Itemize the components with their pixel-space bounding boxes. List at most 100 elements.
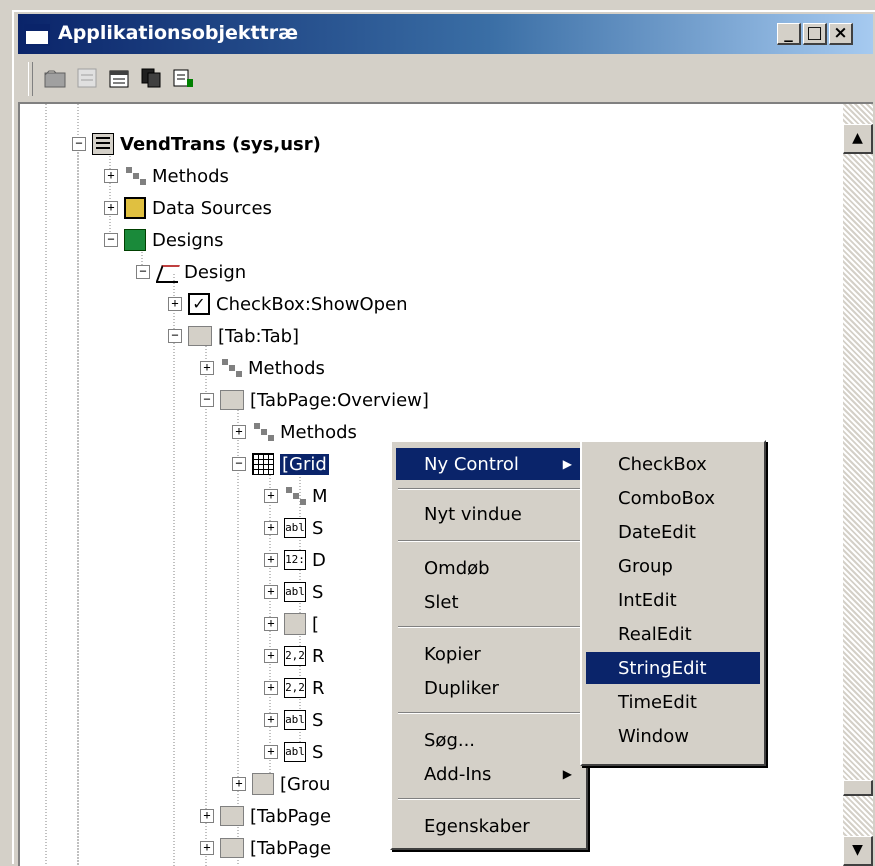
expand-toggle[interactable]: + bbox=[264, 649, 278, 663]
submenu-item-group[interactable]: Group bbox=[586, 550, 760, 582]
vertical-scrollbar[interactable]: ▲ ▼ bbox=[843, 104, 873, 866]
tree-item-group[interactable]: + [Grou bbox=[232, 768, 330, 800]
menu-item-label: StringEdit bbox=[618, 657, 707, 679]
collapse-toggle[interactable]: − bbox=[168, 329, 182, 343]
tree-item-label: S bbox=[312, 741, 324, 763]
submenu-item-dateedit[interactable]: DateEdit bbox=[586, 516, 760, 548]
submenu-item-combobox[interactable]: ComboBox bbox=[586, 482, 760, 514]
submenu-arrow-icon: ▶ bbox=[562, 767, 572, 781]
tree-item-stringedit[interactable]: + abl S bbox=[264, 576, 323, 608]
tree-item-grid[interactable]: − [Grid bbox=[232, 448, 329, 480]
expand-toggle[interactable]: + bbox=[200, 361, 214, 375]
expand-toggle[interactable]: + bbox=[264, 745, 278, 759]
tree-item-label: [TabPage bbox=[250, 837, 332, 859]
tree-item-dateedit[interactable]: + 12: D bbox=[264, 544, 326, 576]
menu-item-slet[interactable]: Slet bbox=[396, 586, 582, 618]
toolbar-grip[interactable] bbox=[28, 62, 33, 96]
expand-toggle[interactable]: + bbox=[264, 553, 278, 567]
tree-item-tab[interactable]: − [Tab:Tab] bbox=[168, 320, 299, 352]
copy-icon[interactable] bbox=[140, 67, 164, 89]
collapse-toggle[interactable]: − bbox=[232, 457, 246, 471]
submenu-item-stringedit[interactable]: StringEdit bbox=[586, 652, 760, 684]
menu-item-egenskaber[interactable]: Egenskaber bbox=[396, 810, 582, 842]
menu-item-label: Window bbox=[618, 725, 689, 747]
expand-toggle[interactable]: + bbox=[264, 521, 278, 535]
properties-icon[interactable] bbox=[108, 67, 132, 89]
menu-item-omdob[interactable]: Omdøb bbox=[396, 552, 582, 584]
menu-item-label: Nyt vindue bbox=[424, 503, 522, 525]
toolbar bbox=[18, 58, 873, 98]
tree-item-realedit[interactable]: + 2,2 R bbox=[264, 672, 325, 704]
menu-item-sog[interactable]: Søg... bbox=[396, 724, 582, 756]
submenu-item-intedit[interactable]: IntEdit bbox=[586, 584, 760, 616]
tree-item-realedit[interactable]: + 2,2 R bbox=[264, 640, 325, 672]
collapse-toggle[interactable]: − bbox=[200, 393, 214, 407]
menu-item-label: DateEdit bbox=[618, 521, 696, 543]
tree-item-tab-methods[interactable]: + Methods bbox=[200, 352, 325, 384]
tree-item-label: D bbox=[312, 549, 326, 571]
menu-item-add-ins[interactable]: Add-Ins ▶ bbox=[396, 758, 582, 790]
menu-item-dupliker[interactable]: Dupliker bbox=[396, 672, 582, 704]
tree-item-label: Data Sources bbox=[152, 197, 272, 219]
compile-icon[interactable] bbox=[172, 67, 196, 89]
menu-item-label: Add-Ins bbox=[424, 763, 492, 785]
expand-toggle[interactable]: + bbox=[232, 777, 246, 791]
tree-item-group[interactable]: + [ bbox=[264, 608, 319, 640]
tree-item-tabpage-methods[interactable]: + Methods bbox=[232, 416, 357, 448]
tree-item-checkbox[interactable]: + ✓ CheckBox:ShowOpen bbox=[168, 288, 408, 320]
close-button[interactable]: × bbox=[829, 23, 853, 45]
expand-toggle[interactable]: + bbox=[168, 297, 182, 311]
expand-toggle[interactable]: + bbox=[200, 841, 214, 855]
tree-item-label: S bbox=[312, 709, 324, 731]
tree-item-design[interactable]: − Design bbox=[136, 256, 246, 288]
methods-icon bbox=[220, 357, 242, 379]
tree-item-grid-methods[interactable]: + M bbox=[264, 480, 328, 512]
tree-item-label: [Grid bbox=[280, 453, 329, 475]
expand-toggle[interactable]: + bbox=[104, 169, 118, 183]
scroll-thumb[interactable] bbox=[843, 780, 873, 796]
menu-separator bbox=[398, 540, 580, 542]
submenu-item-checkbox[interactable]: CheckBox bbox=[586, 448, 760, 480]
tree-item-tabpage-overview[interactable]: − [TabPage:Overview] bbox=[200, 384, 429, 416]
scroll-up-button[interactable]: ▲ bbox=[843, 124, 873, 154]
tree-root-row[interactable]: − VendTrans (sys,usr) bbox=[72, 128, 321, 160]
expand-toggle[interactable]: + bbox=[264, 489, 278, 503]
tree-item-designs[interactable]: − Designs bbox=[104, 224, 224, 256]
tree-item-methods[interactable]: + Methods bbox=[104, 160, 229, 192]
expand-toggle[interactable]: + bbox=[264, 585, 278, 599]
collapse-toggle[interactable]: − bbox=[136, 265, 150, 279]
tabpage-icon bbox=[220, 838, 244, 858]
menu-item-label: Søg... bbox=[424, 729, 476, 751]
title-bar[interactable]: Applikationsobjekttræ _ □ × bbox=[18, 14, 873, 54]
tree-item-label: Methods bbox=[152, 165, 229, 187]
expand-toggle[interactable]: + bbox=[264, 681, 278, 695]
submenu-item-timeedit[interactable]: TimeEdit bbox=[586, 686, 760, 718]
collapse-toggle[interactable]: − bbox=[72, 137, 86, 151]
tree-item-tabpage[interactable]: + [TabPage bbox=[200, 800, 331, 832]
tree-item-stringedit[interactable]: + abl S bbox=[264, 736, 323, 768]
realedit-icon: 2,2 bbox=[284, 646, 306, 666]
tabpage-icon bbox=[220, 390, 244, 410]
expand-toggle[interactable]: + bbox=[200, 809, 214, 823]
submenu-item-realedit[interactable]: RealEdit bbox=[586, 618, 760, 650]
tree-item-stringedit[interactable]: + abl S bbox=[264, 704, 323, 736]
expand-toggle[interactable]: + bbox=[264, 617, 278, 631]
menu-item-nyt-vindue[interactable]: Nyt vindue bbox=[396, 498, 582, 530]
tree-item-stringedit[interactable]: + abl S bbox=[264, 512, 323, 544]
maximize-button[interactable]: □ bbox=[803, 23, 827, 45]
scroll-down-button[interactable]: ▼ bbox=[843, 836, 873, 866]
submenu-item-window[interactable]: Window bbox=[586, 720, 760, 752]
open-icon[interactable] bbox=[44, 67, 68, 89]
collapse-toggle[interactable]: − bbox=[104, 233, 118, 247]
expand-toggle[interactable]: + bbox=[232, 425, 246, 439]
window-title: Applikationsobjekttræ bbox=[58, 22, 299, 44]
tree-item-tabpage[interactable]: + [TabPage bbox=[200, 832, 331, 864]
tree-item-label: [TabPage bbox=[250, 805, 332, 827]
expand-toggle[interactable]: + bbox=[104, 201, 118, 215]
stringedit-icon: abl bbox=[284, 582, 306, 602]
menu-item-ny-control[interactable]: Ny Control ▶ bbox=[396, 448, 582, 480]
tree-item-data-sources[interactable]: + Data Sources bbox=[104, 192, 272, 224]
expand-toggle[interactable]: + bbox=[264, 713, 278, 727]
menu-item-kopier[interactable]: Kopier bbox=[396, 638, 582, 670]
minimize-button[interactable]: _ bbox=[777, 23, 801, 45]
